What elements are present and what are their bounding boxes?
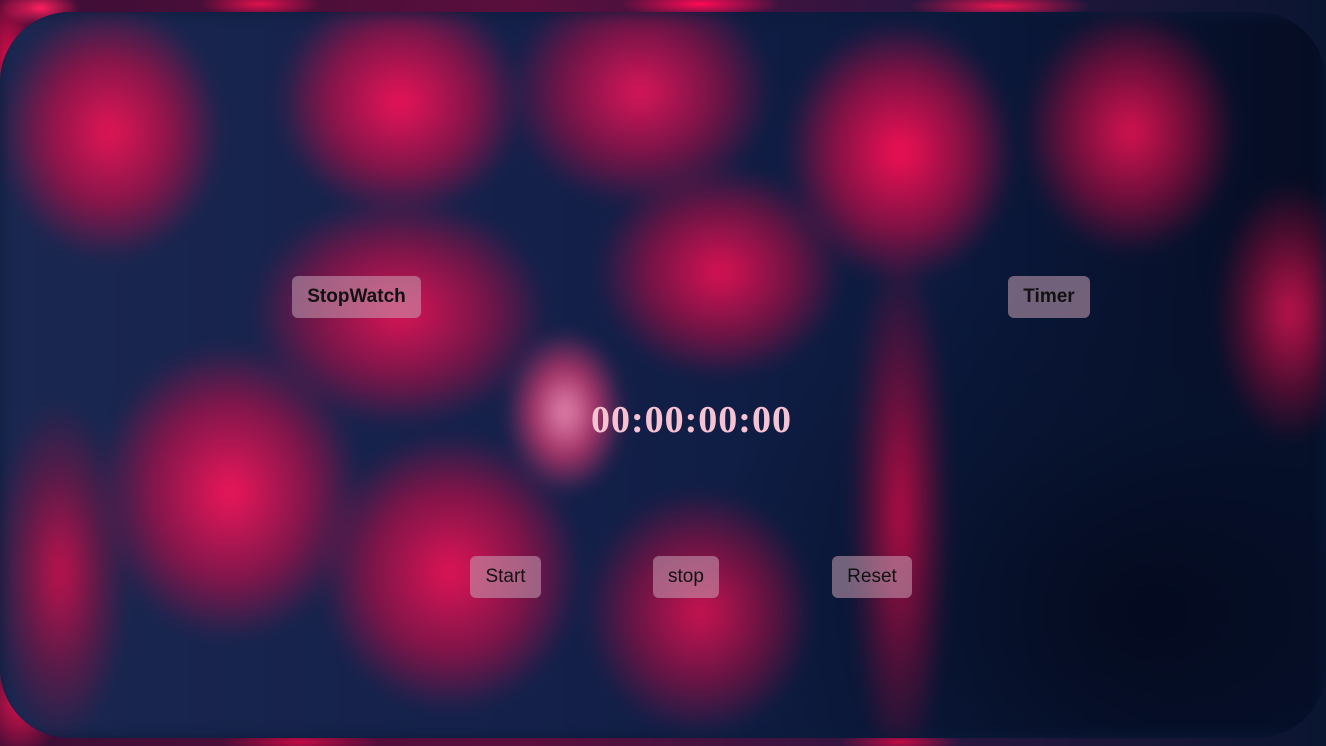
start-button[interactable]: Start: [470, 556, 541, 598]
stopwatch-panel: [0, 12, 1326, 738]
reset-button[interactable]: Reset: [832, 556, 912, 598]
stop-button[interactable]: stop: [653, 556, 719, 598]
time-display: 00:00:00:00: [591, 399, 792, 441]
tab-stopwatch[interactable]: StopWatch: [292, 276, 421, 318]
blurred-flower-background: [0, 12, 1326, 738]
tab-timer[interactable]: Timer: [1008, 276, 1090, 318]
